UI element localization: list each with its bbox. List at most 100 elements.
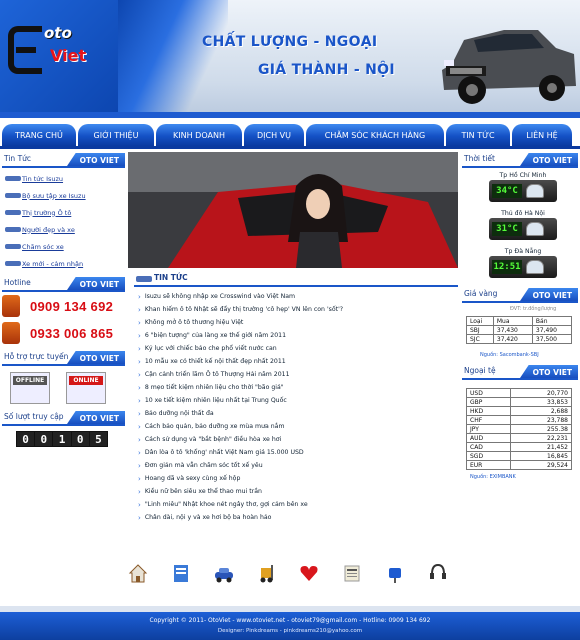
article-link[interactable]: › Cách bảo quản, bảo dưỡng xe mùa mưa nắm <box>138 420 456 433</box>
city-name: Tp Đà Nẵng <box>504 248 542 255</box>
weather-widget: 34°C <box>489 180 557 202</box>
article-link[interactable]: › Đơn giản mà vẫn chăm sóc tốt xế yêu <box>138 459 456 472</box>
nav-about[interactable]: GIỚI THIỆU <box>78 124 154 146</box>
news-section-title: TIN TỨC <box>154 273 188 282</box>
article-link[interactable]: › 6 "biện tượng" của làng xe thế giới năm… <box>138 329 456 342</box>
headset-icon[interactable] <box>428 562 448 584</box>
gold-source[interactable]: Nguồn: Sacombank-SBJ <box>480 352 539 358</box>
hotline-box-title: Hotline <box>4 278 31 287</box>
footer-designer: Designer: Pinkdreams - pinkdreams210@yah… <box>217 628 363 634</box>
news-category-list: Tin tức Isuzu Bộ sưu tập xe Isuzu Thị tr… <box>22 170 122 272</box>
support-box-header: Hỗ trợ trực tuyến OTO VIET <box>2 350 125 366</box>
city-weather-hanoi: Thủ đô Hà Nội 31°C <box>479 210 567 240</box>
article-link[interactable]: › Cận cảnh triển lãm Ô tô Thượng Hải năm … <box>138 368 456 381</box>
footer-copyright: Copyright © 2011- OtoViet - www.otoviet.… <box>149 617 431 624</box>
weather-icon <box>526 222 544 236</box>
article-link[interactable]: › Kỷ lục với chiếc bảo che phổ viết nước … <box>138 342 456 355</box>
article-link[interactable]: › 10 xe tiết kiệm nhiên liệu nhất tại Tru… <box>138 394 456 407</box>
main-nav: TRANG CHỦ GIỚI THIỆU KINH DOANH DỊCH VỤ … <box>0 124 580 146</box>
article-link[interactable]: › 8 mẹo tiết kiệm nhiên liệu cho thời "bã… <box>138 381 456 394</box>
fx-box-header: Ngoại tệ OTO VIET <box>462 364 578 380</box>
nav-home[interactable]: TRANG CHỦ <box>2 124 76 146</box>
gold-price-table: Loại Mua Bán SBJ 37,430 37,490 SJC 37,420 37,5… <box>466 316 573 344</box>
news-category-item[interactable]: Chăm sóc xe <box>22 238 122 255</box>
forklift-icon[interactable] <box>257 562 277 584</box>
visits-box-title: Số lượt truy cập <box>4 412 64 421</box>
support-offline-badge[interactable]: OFFLINE <box>10 372 50 404</box>
arrow-icon: › <box>138 305 141 314</box>
hotline-number: 0933 006 865 <box>30 325 114 341</box>
phone-icon <box>2 322 20 344</box>
arrow-icon: › <box>138 500 141 509</box>
news-box-title: Tin Tức <box>4 154 32 163</box>
support-online-badge[interactable]: ONLINE <box>66 372 106 404</box>
visits-box-header: Số lượt truy cập OTO VIET <box>2 410 125 426</box>
arrow-icon: › <box>138 357 141 366</box>
news-category-item[interactable]: Người đẹp và xe <box>22 221 122 238</box>
arrow-icon: › <box>138 409 141 418</box>
article-link[interactable]: › Không mở ô tô thương hiệu Việt <box>138 316 456 329</box>
weather-box-header: Thời tiết OTO VIET <box>462 152 578 168</box>
news-category-item[interactable]: Tin tức Isuzu <box>22 170 122 187</box>
news-icon[interactable] <box>342 562 362 584</box>
home-icon[interactable] <box>128 562 148 584</box>
article-link[interactable]: › Bảo dưỡng nội thất đa <box>138 407 456 420</box>
article-link[interactable]: › Kiều nữ bên siêu xe thể thao mui trần <box>138 485 456 498</box>
news-category-item[interactable]: Thị trường Ô tô <box>22 204 122 221</box>
fx-box-title: Ngoại tệ <box>464 366 496 375</box>
arrow-icon: › <box>138 344 141 353</box>
city-weather-hcm: Tp Hồ Chí Minh 34°C <box>479 172 567 202</box>
article-link[interactable]: › "Linh miêu" Nhật khoe nét ngây thơ, gợi… <box>138 498 456 511</box>
car-icon <box>5 176 21 266</box>
hotline-1[interactable]: 0909 134 692 <box>2 295 113 317</box>
nav-services[interactable]: DỊCH VỤ <box>244 124 304 146</box>
nav-customer-care[interactable]: CHĂM SÓC KHÁCH HÀNG <box>306 124 444 146</box>
car-icon[interactable] <box>214 562 234 584</box>
page: oto Viet CHẤT LƯỢNG - NGOẠI GIÁ THÀNH - … <box>0 0 580 640</box>
weather-widget: 12:51 <box>489 256 557 278</box>
city-name: Thủ đô Hà Nội <box>501 210 545 217</box>
nav-news[interactable]: TIN TỨC <box>446 124 510 146</box>
arrow-icon: › <box>138 383 141 392</box>
arrow-icon: › <box>138 370 141 379</box>
city-name: Tp Hồ Chí Minh <box>499 172 547 179</box>
arrow-icon: › <box>138 448 141 457</box>
news-category-item[interactable]: Xe mới - cảm nhận <box>22 255 122 272</box>
weather-widget: 31°C <box>489 218 557 240</box>
article-link[interactable]: › Hoang dã và sexy cùng xế hộp <box>138 472 456 485</box>
header-swoosh <box>118 0 228 112</box>
news-category-item[interactable]: Bộ sưu tập xe Isuzu <box>22 187 122 204</box>
article-link[interactable]: › 10 mẫu xe có thiết kế nội thất đẹp nhất… <box>138 355 456 368</box>
hotline-box-header: Hotline OTO VIET <box>2 276 125 292</box>
nav-business[interactable]: KINH DOANH <box>156 124 242 146</box>
article-link[interactable]: › Cách sử dụng và "bắt bệnh" điều hòa xe … <box>138 433 456 446</box>
arrow-icon: › <box>138 461 141 470</box>
car-model-photo <box>128 152 458 268</box>
article-link[interactable]: › Chân dài, nội y và xe hơi bộ ba hoàn hả… <box>138 511 456 524</box>
fx-rate-table: USD 20,770 GBP 33,853 HKD 2,688 CHF 23,788 J… <box>466 388 573 470</box>
arrow-icon: › <box>138 474 141 483</box>
article-list: › Isuzu sẽ không nhập xe Crosswind vào Vi… <box>138 290 456 524</box>
hero-banner-image[interactable] <box>128 152 458 268</box>
news-section-header: TIN TỨC <box>134 271 458 287</box>
slogan-line-1: CHẤT LƯỢNG - NGOẠI <box>202 34 378 50</box>
heart-icon[interactable] <box>299 562 319 584</box>
slogan-line-2: GIÁ THÀNH - NỘI <box>258 62 395 78</box>
car-icon <box>136 276 152 282</box>
quick-links-row <box>128 562 448 588</box>
arrow-icon: › <box>138 318 141 327</box>
gold-box-header: Giá vàng OTO VIET <box>462 287 578 303</box>
arrow-icon: › <box>138 435 141 444</box>
footer: Copyright © 2011- OtoViet - www.otoviet.… <box>0 612 580 640</box>
article-link[interactable]: › Isuzu sẽ không nhập xe Crosswind vào Vi… <box>138 290 456 303</box>
article-link[interactable]: › Dân lòa ô tô 'khổng' nhất Việt Nam giá … <box>138 446 456 459</box>
mailbox-icon[interactable] <box>385 562 405 584</box>
article-link[interactable]: › Khan hiếm ô tô Nhật sẽ đẩy thị trường '… <box>138 303 456 316</box>
logo[interactable]: oto Viet <box>0 0 118 112</box>
nav-contact[interactable]: LIÊN HỆ <box>512 124 572 146</box>
arrow-icon: › <box>138 292 141 301</box>
hotline-2[interactable]: 0933 006 865 <box>2 322 113 344</box>
fx-source[interactable]: Nguồn: EXIMBANK <box>470 474 516 480</box>
city-weather-danang: Tp Đà Nẵng 12:51 <box>479 248 567 278</box>
document-icon[interactable] <box>171 562 191 584</box>
